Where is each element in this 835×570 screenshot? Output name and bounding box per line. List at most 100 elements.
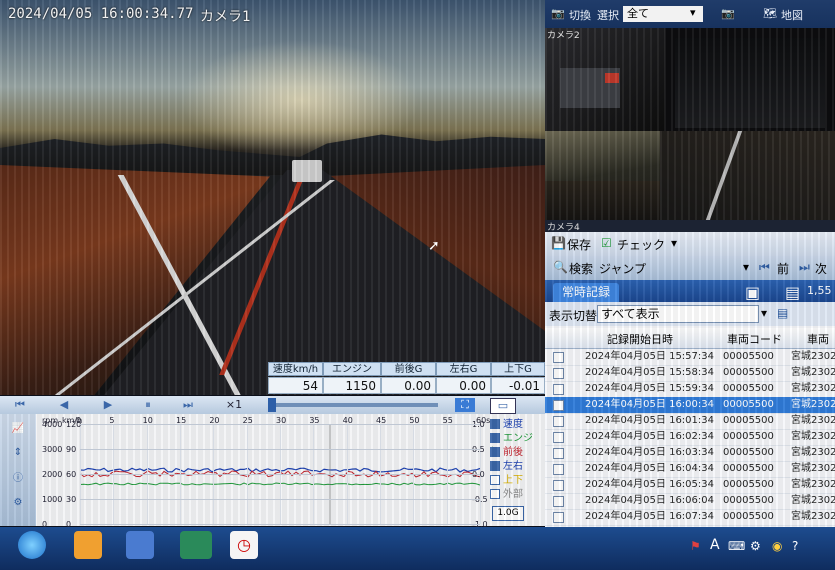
jump-dropdown-icon[interactable]: ▾ (743, 260, 749, 274)
graph-scale-icon[interactable]: ⇕ (6, 444, 30, 462)
select-label[interactable]: 選択 (597, 7, 619, 23)
checked-checkbox-icon[interactable] (490, 419, 500, 429)
camera-4-view[interactable] (660, 131, 835, 231)
legend-item[interactable]: 外部 (490, 488, 523, 501)
search-icon[interactable]: 🔍 (553, 260, 568, 274)
table-row[interactable]: 2024年04月05日 15:58:34 00005500 宮城2302 (545, 365, 835, 382)
step-back-icon[interactable]: ◀ (56, 398, 72, 412)
checked-checkbox-icon[interactable] (490, 447, 500, 457)
timestamp-overlay: 2024/04/05 16:00:34.77 (8, 6, 194, 22)
next-button[interactable]: 次 (815, 260, 827, 277)
prev-button[interactable]: 前 (777, 260, 789, 277)
row-checkbox[interactable] (553, 352, 564, 363)
check-dropdown-icon[interactable]: ▾ (671, 236, 677, 250)
row-checkbox[interactable] (553, 368, 564, 379)
map-icon[interactable]: 🗺 (763, 7, 777, 20)
table-row[interactable]: 2024年04月05日 15:59:34 00005500 宮城2302 (545, 381, 835, 398)
gauge-vert-g-label: 上下G (491, 362, 545, 376)
tab-continuous-recording[interactable]: 常時記録 (553, 283, 619, 302)
row-checkbox[interactable] (553, 448, 564, 459)
clock-app-icon[interactable]: ◷ (230, 531, 258, 559)
filter-options-icon[interactable]: ▤ (777, 306, 788, 320)
pause-icon[interactable]: ⏸ (140, 398, 156, 412)
g-scale-select[interactable]: 1.0G (492, 506, 524, 521)
cell-vehicle: 宮城2302 (791, 367, 835, 378)
row-checkbox[interactable] (553, 384, 564, 395)
chevron-down-icon[interactable]: ▾ (690, 6, 696, 19)
filter-select[interactable]: すべて表示 (597, 305, 759, 323)
legend-item[interactable]: エンジン (490, 432, 542, 457)
graph-zoom-icon[interactable]: 📈 (6, 420, 30, 438)
table-row[interactable]: 2024年04月05日 16:00:34 00005500 宮城2302 (545, 397, 835, 414)
fullscreen-icon[interactable]: ⛶ (455, 398, 475, 412)
table-row[interactable]: 2024年04月05日 16:02:34 00005500 宮城2302 (545, 429, 835, 446)
graph-info-icon[interactable]: ⓘ (6, 470, 30, 488)
table-row[interactable]: 2024年04月05日 16:07:34 00005500 宮城2302 (545, 509, 835, 526)
legend-item[interactable]: 速度 (490, 418, 523, 431)
legend-item[interactable]: 上下 (490, 474, 523, 487)
tab-bar: 常時記録 ▣ ▤ 1,55 (545, 280, 835, 302)
snapshot-icon[interactable]: 📷 (721, 7, 735, 20)
search-button[interactable]: 検索 (569, 260, 593, 277)
tray-network-icon[interactable]: ◉ (772, 539, 782, 553)
row-checkbox[interactable] (553, 480, 564, 491)
table-row[interactable]: 2024年04月05日 16:01:34 00005500 宮城2302 (545, 413, 835, 430)
check-button[interactable]: チェック (617, 236, 665, 253)
row-checkbox[interactable] (553, 464, 564, 475)
cell-vehicle-code: 00005500 (723, 399, 774, 410)
skip-end-icon[interactable]: ⏭ (180, 398, 196, 412)
help-icon[interactable]: ? (792, 539, 798, 553)
window-icon[interactable]: ▭ (490, 398, 516, 414)
refresh-icon[interactable]: ▣ (745, 283, 760, 302)
row-checkbox[interactable] (553, 400, 564, 411)
drive-recorder-app-icon[interactable] (180, 531, 212, 559)
camera-2-view[interactable]: カメラ2 (545, 28, 835, 131)
play-icon[interactable]: ▶ (100, 398, 116, 412)
graph-settings-icon[interactable]: ⚙ (6, 494, 30, 512)
save-icon[interactable]: 💾 (551, 236, 566, 250)
jump-button[interactable]: ジャンプ (599, 260, 646, 277)
filter-dropdown-icon[interactable]: ▾ (761, 306, 767, 320)
checked-checkbox-icon[interactable] (490, 461, 500, 471)
cell-vehicle-code: 00005500 (723, 447, 774, 458)
column-header-vehicle-code[interactable]: 車両コード (727, 331, 782, 347)
column-header-datetime[interactable]: 記録開始日時 (607, 331, 673, 347)
unchecked-checkbox-icon[interactable] (490, 475, 500, 485)
prev-icon[interactable]: ⏮ (759, 260, 770, 275)
seek-slider-track[interactable] (268, 403, 438, 407)
main-camera-view[interactable]: 2024/04/05 16:00:34.77 カメラ1 ➚ (0, 0, 545, 395)
camera-3-view[interactable] (545, 131, 660, 231)
row-checkbox[interactable] (553, 512, 564, 523)
table-row[interactable]: 2024年04月05日 16:06:04 00005500 宮城2302 (545, 493, 835, 510)
switch-label[interactable]: 切換 (569, 7, 591, 23)
app-icon[interactable] (126, 531, 154, 559)
checked-checkbox-icon[interactable] (490, 433, 500, 443)
file-explorer-icon[interactable] (74, 531, 102, 559)
legend-item[interactable]: 前後 (490, 446, 523, 459)
table-row[interactable]: 2024年04月05日 16:04:34 00005500 宮城2302 (545, 461, 835, 478)
unchecked-checkbox-icon[interactable] (490, 489, 500, 499)
table-row[interactable]: 2024年04月05日 15:57:34 00005500 宮城2302 (545, 349, 835, 366)
tray-flag-icon[interactable]: ⚑ (690, 539, 701, 553)
playback-speed[interactable]: ×1 (222, 398, 246, 412)
kmh-tick-label: 60 (66, 470, 77, 479)
table-row[interactable]: 2024年04月05日 16:05:34 00005500 宮城2302 (545, 477, 835, 494)
row-checkbox[interactable] (553, 416, 564, 427)
column-header-vehicle[interactable]: 車両 (807, 331, 829, 347)
row-checkbox[interactable] (553, 432, 564, 443)
checkbox-icon[interactable]: ☑ (601, 236, 612, 250)
save-button[interactable]: 保存 (567, 236, 591, 253)
seek-slider-thumb[interactable] (268, 398, 276, 412)
list-view-icon[interactable]: ▤ (785, 283, 800, 302)
tray-settings-icon[interactable]: ⚙ (750, 539, 761, 553)
start-button-icon[interactable] (18, 531, 46, 559)
next-icon[interactable]: ⏭ (799, 260, 810, 275)
skip-start-icon[interactable]: ⏮ (12, 398, 28, 412)
cell-vehicle: 宮城2302 (791, 415, 835, 426)
row-checkbox[interactable] (553, 496, 564, 507)
ime-indicator[interactable]: A (710, 537, 720, 553)
tray-keyboard-icon[interactable]: ⌨ (728, 539, 745, 553)
map-label[interactable]: 地図 (781, 7, 803, 23)
legend-item[interactable]: 左右 (490, 460, 523, 473)
table-row[interactable]: 2024年04月05日 16:03:34 00005500 宮城2302 (545, 445, 835, 462)
